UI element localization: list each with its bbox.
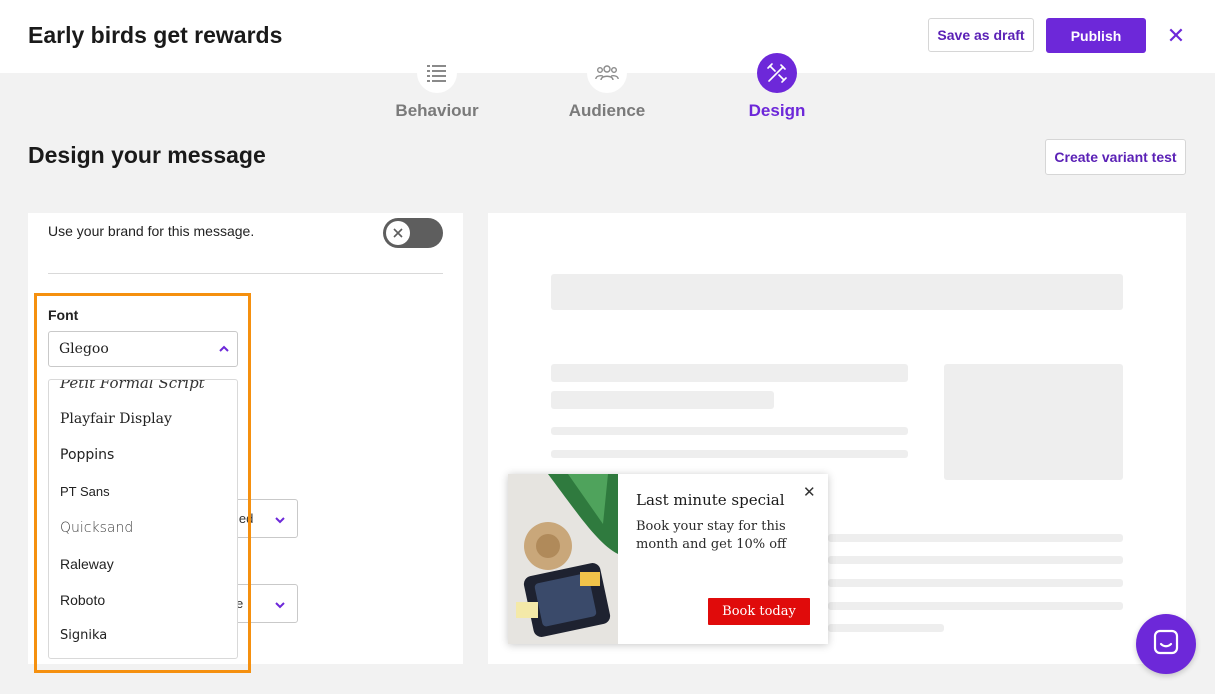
brand-toggle[interactable] [383,218,443,248]
design-tools-icon [757,53,797,93]
chat-icon [1152,628,1180,661]
page-title: Early birds get rewards [28,22,283,48]
people-icon [587,53,627,93]
skeleton-line [551,427,908,435]
popup-close-icon[interactable]: ✕ [803,483,816,501]
font-select[interactable]: Glegoo [48,331,238,367]
close-icon[interactable]: ✕ [1166,24,1186,48]
divider [48,273,443,274]
chevron-up-icon [219,342,229,356]
skeleton-image [944,364,1123,480]
skeleton-line [828,579,1123,587]
section-heading: Design your message [28,142,266,168]
step-behaviour[interactable]: Behaviour [377,53,497,121]
font-dropdown-list[interactable]: Petit Formal Script Playfair Display Pop… [48,379,238,659]
save-as-draft-button[interactable]: Save as draft [928,18,1034,52]
size-select[interactable]: e [233,584,298,623]
skeleton-line [551,364,908,382]
popup-title: Last minute special [636,491,785,509]
style-select-value: led [236,511,254,526]
skeleton-line [828,556,1123,564]
skeleton-line [828,602,1123,610]
chevron-down-icon [275,513,285,527]
font-option[interactable]: Raleway [60,556,114,572]
skeleton-line [828,624,944,632]
font-option[interactable]: Roboto [60,592,105,608]
skeleton-line [551,391,774,409]
skeleton-block [551,274,1123,310]
step-design[interactable]: Design [717,53,837,121]
step-audience[interactable]: Audience [547,53,667,121]
skeleton-line [828,534,1123,542]
style-select[interactable]: led [233,499,298,538]
list-icon [417,53,457,93]
publish-button[interactable]: Publish [1046,18,1146,53]
font-option[interactable]: PT Sans [60,484,110,499]
toggle-off-icon [386,221,410,245]
book-today-button[interactable]: Book today [708,598,810,625]
step-behaviour-label: Behaviour [395,101,479,120]
chevron-down-icon [275,598,285,612]
font-option[interactable]: Poppins [60,447,114,463]
create-variant-test-button[interactable]: Create variant test [1045,139,1186,175]
skeleton-line [551,450,908,458]
font-label: Font [48,307,79,323]
brand-toggle-label: Use your brand for this message. [48,223,255,239]
font-option[interactable]: Quicksand [60,520,133,536]
chat-launcher-button[interactable] [1136,614,1196,674]
font-option[interactable]: Petit Formal Script [60,380,205,392]
step-audience-label: Audience [568,101,646,120]
font-option[interactable]: Playfair Display [60,411,172,427]
font-select-value: Glegoo [59,341,109,357]
popup-body: Book your stay for this month and get 10… [636,519,787,552]
popup-message: Last minute special Book your stay for t… [508,474,828,644]
step-design-label: Design [748,101,806,120]
travel-suitcase-image [508,474,618,644]
font-option[interactable]: Signika [60,628,107,643]
